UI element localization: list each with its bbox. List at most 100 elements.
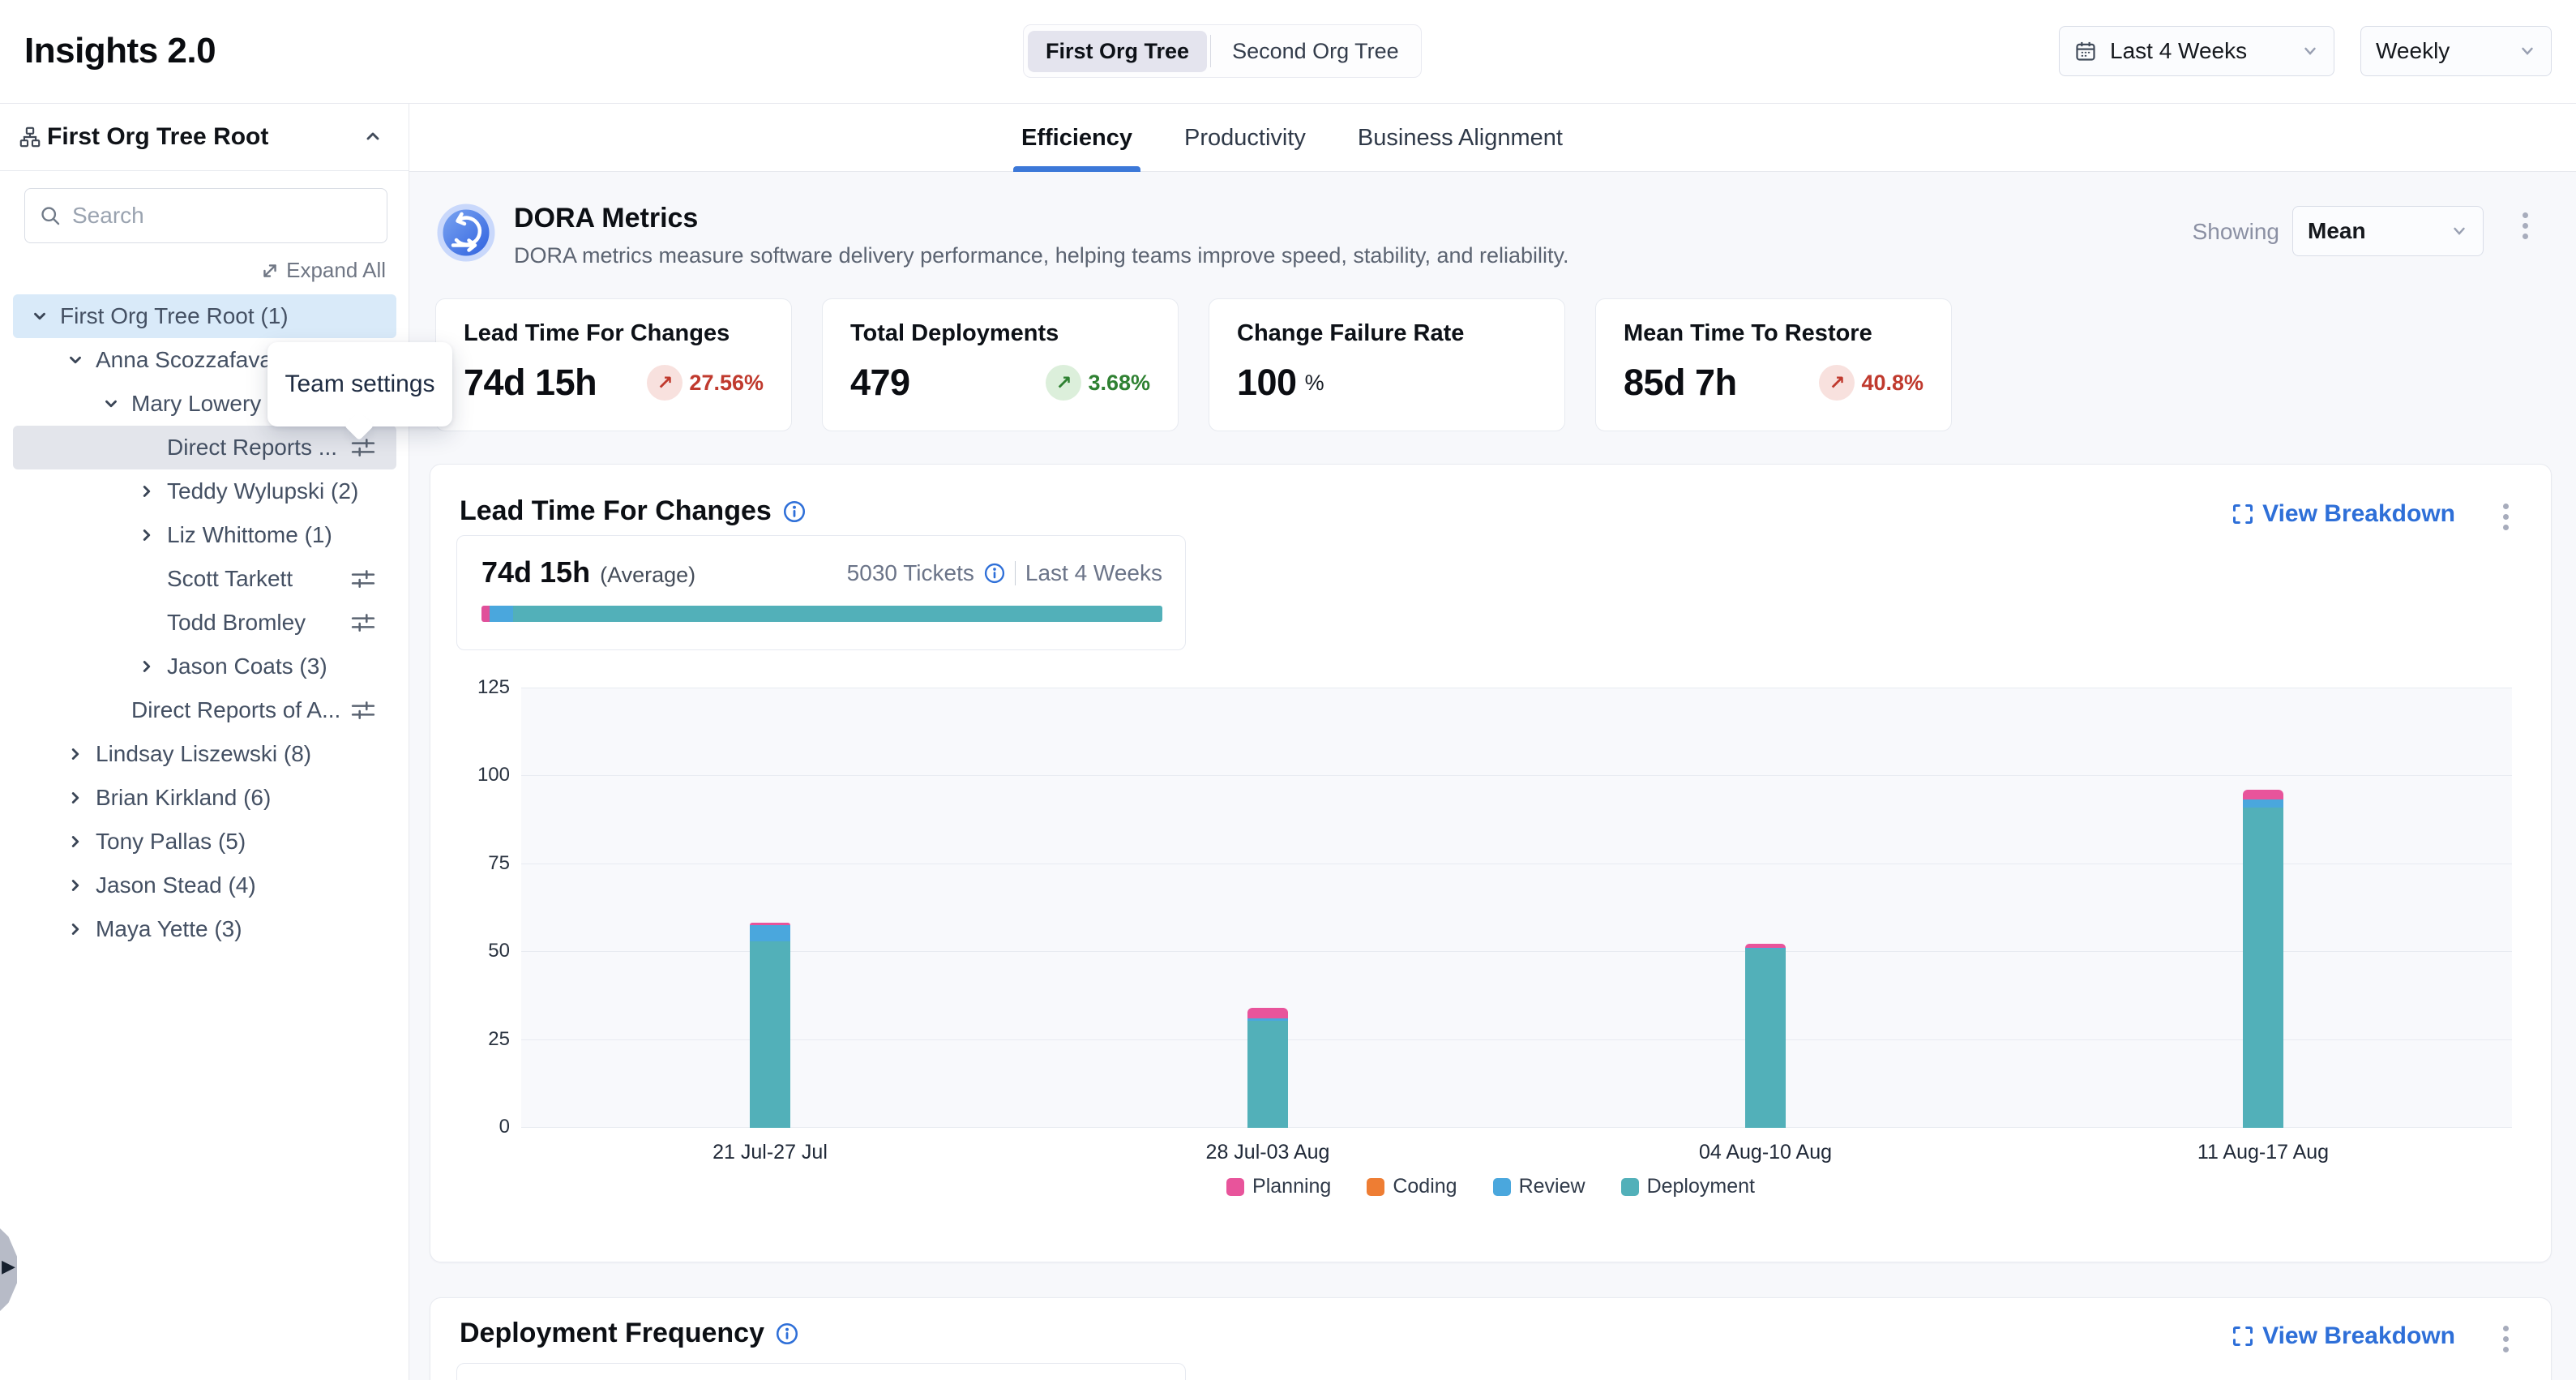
lead-time-section: Lead Time For Changes View Breakdown 74d… xyxy=(430,464,2552,1262)
chevron-down-icon[interactable] xyxy=(102,395,120,413)
chevron-right-icon[interactable] xyxy=(66,789,84,807)
lead-time-view-breakdown[interactable]: View Breakdown xyxy=(2232,500,2455,528)
tab-label: Business Alignment xyxy=(1358,125,1563,152)
deployment-frequency-kebab-menu[interactable] xyxy=(2503,1326,2509,1352)
tree-item-label: Maya Yette (3) xyxy=(96,916,242,942)
toggle-second-org-tree[interactable]: Second Org Tree xyxy=(1214,31,1417,72)
divider xyxy=(1015,561,1016,585)
tree-item-scott-tarkett[interactable]: Scott Tarkett xyxy=(13,557,396,601)
granularity-select[interactable]: Weekly xyxy=(2360,26,2552,76)
team-settings-icon[interactable] xyxy=(351,612,375,633)
stat-card-mean-time-to-restore: Mean Time To Restore85d 7h↗40.8% xyxy=(1595,298,1952,431)
granularity-value: Weekly xyxy=(2376,38,2450,64)
arrow-up-right-icon: ↗ xyxy=(647,365,683,401)
search-box xyxy=(24,188,387,243)
summary-period: Last 4 Weeks xyxy=(1025,560,1162,586)
tab-business-alignment[interactable]: Business Alignment xyxy=(1350,104,1571,172)
summary-bar-segment-planning xyxy=(481,606,490,622)
tree-item-label: Scott Tarkett xyxy=(167,566,293,592)
legend-swatch xyxy=(1493,1178,1511,1196)
chevron-right-icon[interactable] xyxy=(66,876,84,894)
tooltip-text: Team settings xyxy=(285,371,434,398)
bar-segment-review-21-jul-27-jul xyxy=(750,925,790,941)
tree-item-first-org-tree-root-1[interactable]: First Org Tree Root (1) xyxy=(13,294,396,338)
lead-time-kebab-menu[interactable] xyxy=(2503,504,2509,530)
sidebar-header: First Org Tree Root xyxy=(0,104,409,171)
showing-label: Showing xyxy=(2156,219,2279,245)
chevron-down-icon[interactable] xyxy=(66,351,84,369)
showing-select[interactable]: Mean xyxy=(2292,206,2484,256)
tree-item-label: Brian Kirkland (6) xyxy=(96,785,271,811)
tree-item-direct-reports[interactable]: Direct Reports ... xyxy=(13,426,396,469)
lead-time-summary-bar xyxy=(481,606,1162,622)
legend-item-coding: Coding xyxy=(1367,1175,1457,1198)
deployment-frequency-view-breakdown[interactable]: View Breakdown xyxy=(2232,1322,2455,1350)
team-settings-icon[interactable] xyxy=(351,568,375,589)
expand-all-label: Expand All xyxy=(286,258,386,283)
date-range-select[interactable]: Last 4 Weeks xyxy=(2059,26,2334,76)
chevron-down-icon[interactable] xyxy=(31,307,49,325)
chevron-down-icon xyxy=(2301,42,2319,60)
team-settings-icon[interactable] xyxy=(351,437,375,458)
deployment-frequency-title: Deployment Frequency xyxy=(460,1318,764,1349)
org-tree-icon xyxy=(19,126,41,148)
info-icon[interactable] xyxy=(776,1322,798,1345)
chevron-right-icon[interactable] xyxy=(138,658,156,675)
page-title: Insights 2.0 xyxy=(24,31,216,71)
tickets-count: 5030 Tickets xyxy=(847,560,974,586)
bar-segment-deployment-28-jul-03-aug xyxy=(1247,1021,1288,1128)
chevron-right-icon[interactable] xyxy=(66,920,84,938)
bar-segment-planning-21-jul-27-jul xyxy=(750,923,790,925)
legend-item-planning: Planning xyxy=(1226,1175,1331,1198)
tree-item-jason-stead-4[interactable]: Jason Stead (4) xyxy=(13,864,396,907)
tab-label: Efficiency xyxy=(1021,125,1132,152)
tree-item-label: Todd Bromley xyxy=(167,610,306,636)
tab-productivity[interactable]: Productivity xyxy=(1176,104,1314,172)
chevron-right-icon[interactable] xyxy=(138,526,156,544)
dora-kebab-menu[interactable] xyxy=(2523,212,2528,239)
stat-card-value: 85d 7h xyxy=(1624,362,1737,404)
chevron-right-icon[interactable] xyxy=(66,745,84,763)
dora-section-description: DORA metrics measure software delivery p… xyxy=(514,243,1569,268)
gridline xyxy=(521,1039,2512,1040)
tree-item-label: Lindsay Liszewski (8) xyxy=(96,741,311,767)
stat-card-delta-value: 40.8% xyxy=(1861,371,1923,396)
tree-item-label: Teddy Wylupski (2) xyxy=(167,478,358,504)
x-tick-label: 11 Aug-17 Aug xyxy=(2014,1141,2512,1164)
tree-item-brian-kirkland-6[interactable]: Brian Kirkland (6) xyxy=(13,776,396,820)
tree-item-liz-whittome-1[interactable]: Liz Whittome (1) xyxy=(13,513,396,557)
tree-item-direct-reports-of-a[interactable]: Direct Reports of A... xyxy=(13,688,396,732)
tab-efficiency[interactable]: Efficiency xyxy=(1013,104,1140,172)
stat-card-lead-time-for-changes: Lead Time For Changes74d 15h↗27.56% xyxy=(435,298,792,431)
stat-card-value: 100 xyxy=(1237,362,1297,404)
arrow-up-right-icon: ↗ xyxy=(1046,365,1081,401)
legend-item-review: Review xyxy=(1493,1175,1585,1198)
active-tab-underline xyxy=(1013,166,1140,172)
arrow-up-right-icon: ↗ xyxy=(1819,365,1855,401)
page: Insights 2.0 First Org Tree Second Org T… xyxy=(0,0,2576,1380)
chevron-right-icon[interactable] xyxy=(138,482,156,500)
info-icon[interactable] xyxy=(984,563,1005,584)
info-icon[interactable] xyxy=(783,500,806,523)
stat-card-delta-badge: ↗3.68% xyxy=(1046,365,1150,401)
tree-item-todd-bromley[interactable]: Todd Bromley xyxy=(13,601,396,645)
y-tick-label: 75 xyxy=(442,852,510,875)
stat-card-total-deployments: Total Deployments479↗3.68% xyxy=(822,298,1179,431)
dora-section-title: DORA Metrics xyxy=(514,203,698,234)
expand-all-button[interactable]: Expand All xyxy=(260,258,386,283)
tree-item-lindsay-liszewski-8[interactable]: Lindsay Liszewski (8) xyxy=(13,732,396,776)
tree-item-tony-pallas-5[interactable]: Tony Pallas (5) xyxy=(13,820,396,864)
toggle-first-org-tree[interactable]: First Org Tree xyxy=(1028,31,1207,72)
tree-item-jason-coats-3[interactable]: Jason Coats (3) xyxy=(13,645,396,688)
tree-item-label: Mary Lowery xyxy=(131,391,261,417)
search-input[interactable] xyxy=(72,203,372,229)
tree-item-label: Tony Pallas (5) xyxy=(96,829,246,855)
chevron-right-icon[interactable] xyxy=(66,833,84,851)
tree-item-teddy-wylupski-2[interactable]: Teddy Wylupski (2) xyxy=(13,469,396,513)
chevron-up-icon[interactable] xyxy=(363,126,383,146)
tree-item-maya-yette-3[interactable]: Maya Yette (3) xyxy=(13,907,396,951)
calendar-icon xyxy=(2074,40,2097,62)
bar-segment-planning-04-aug-10-aug xyxy=(1745,944,1786,947)
team-settings-icon[interactable] xyxy=(351,700,375,721)
stat-card-change-failure-rate: Change Failure Rate100% xyxy=(1209,298,1565,431)
